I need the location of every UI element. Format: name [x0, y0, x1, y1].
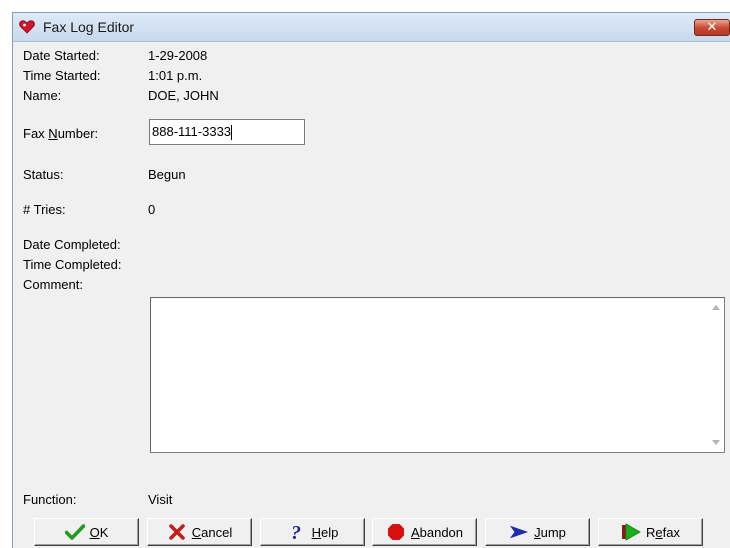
stop-sign-icon — [386, 523, 406, 541]
date-started-value: 1-29-2008 — [148, 48, 208, 63]
fax-number-label: Fax Number: — [23, 126, 98, 141]
tries-label: # Tries: — [23, 202, 66, 217]
help-button-key: H — [311, 524, 322, 540]
fax-number-input-text: 888-111-3333 — [152, 124, 232, 139]
cancel-button-key: C — [191, 524, 202, 540]
close-button[interactable]: ✕ — [694, 19, 730, 36]
ok-button-key: O — [89, 524, 100, 540]
name-value: DOE, JOHN — [148, 88, 219, 103]
refax-button-label: Refax — [646, 525, 680, 540]
date-completed-label: Date Completed: — [23, 237, 121, 252]
form-area: Date Started: 1-29-2008 Time Started: 1:… — [13, 42, 730, 514]
heart-app-icon — [19, 20, 35, 34]
refax-button[interactable]: Refax — [598, 518, 703, 546]
abandon-button-label: Abandon — [411, 525, 463, 540]
scroll-up-arrow-icon[interactable] — [712, 305, 720, 310]
scroll-down-arrow-icon[interactable] — [712, 440, 720, 445]
comment-label: Comment: — [23, 277, 83, 292]
fax-number-label-key: N — [48, 126, 58, 141]
comment-scrollbar[interactable] — [707, 298, 724, 452]
comment-textarea[interactable] — [150, 297, 725, 453]
time-started-value: 1:01 p.m. — [148, 68, 203, 83]
time-started-label: Time Started: — [23, 68, 101, 83]
question-mark-icon: ? — [287, 523, 307, 541]
jump-button-label: Jump — [534, 525, 566, 540]
x-icon — [167, 523, 187, 541]
close-icon: ✕ — [706, 20, 718, 35]
help-button-rest: elp — [321, 524, 339, 540]
abandon-button-rest: bandon — [419, 524, 464, 540]
jump-button[interactable]: Jump — [485, 518, 590, 546]
ok-button[interactable]: OK — [34, 518, 139, 546]
fax-number-label-post: umber: — [57, 126, 99, 141]
date-started-label: Date Started: — [23, 48, 100, 63]
function-value: Visit — [148, 492, 173, 507]
function-label: Function: — [23, 492, 77, 507]
jump-button-rest: ump — [540, 524, 566, 540]
ok-button-label: OK — [90, 525, 109, 540]
fax-log-editor-window: Fax Log Editor ✕ Date Started: 1-29-2008… — [12, 12, 730, 548]
svg-text:?: ? — [291, 523, 301, 541]
ok-button-rest: K — [99, 524, 109, 540]
cancel-button[interactable]: Cancel — [147, 518, 252, 546]
arrow-right-icon — [509, 523, 529, 541]
tries-value: 0 — [148, 202, 156, 217]
refax-button-key: e — [655, 524, 663, 540]
cancel-button-label: Cancel — [192, 525, 232, 540]
fax-number-input[interactable]: 888-111-3333 — [149, 119, 305, 145]
help-button-label: Help — [312, 525, 339, 540]
refax-icon — [621, 523, 641, 541]
fax-number-label-pre: Fax — [23, 126, 49, 141]
window-title: Fax Log Editor — [43, 19, 135, 35]
refax-button-rest: fax — [662, 524, 680, 540]
abandon-button[interactable]: Abandon — [372, 518, 477, 546]
checkmark-icon — [64, 523, 85, 541]
help-button[interactable]: ? Help — [260, 518, 365, 546]
refax-button-pre: R — [646, 524, 656, 540]
name-label: Name: — [23, 88, 62, 103]
abandon-button-key: A — [410, 524, 420, 540]
time-completed-label: Time Completed: — [23, 257, 122, 272]
button-bar: OK Cancel ? Help Abandon Jump Refax — [13, 514, 730, 548]
status-label: Status: — [23, 167, 64, 182]
title-bar[interactable]: Fax Log Editor ✕ — [13, 13, 730, 42]
status-value: Begun — [148, 167, 186, 182]
cancel-button-rest: ancel — [201, 524, 233, 540]
